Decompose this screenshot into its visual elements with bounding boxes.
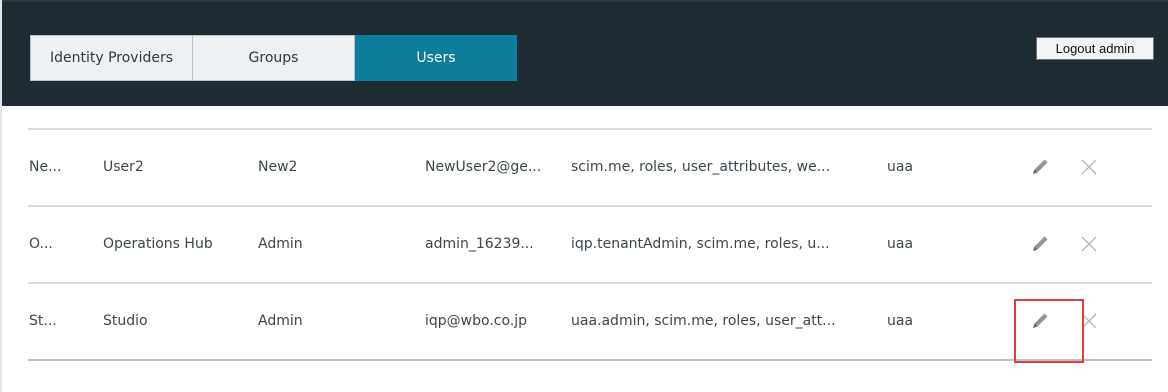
cell-origin: uaa <box>887 236 914 252</box>
table-row: Ne... User2 New2 NewUser2@ge... scim.me,… <box>28 130 1152 205</box>
pencil-icon[interactable] <box>1029 156 1051 178</box>
cell-scopes: scim.me, roles, user_attributes, we... <box>571 159 831 175</box>
cell-first-name: O... <box>29 236 53 252</box>
cell-scopes: iqp.tenantAdmin, scim.me, roles, u... <box>571 236 830 252</box>
cell-email: admin_16239... <box>425 236 534 252</box>
cell-display-name: New2 <box>258 159 298 175</box>
cell-display-name: Admin <box>258 313 303 329</box>
close-icon[interactable] <box>1079 311 1099 331</box>
row-divider <box>28 359 1152 361</box>
pencil-icon[interactable] <box>1029 233 1051 255</box>
table-row: O... Operations Hub Admin admin_16239...… <box>28 207 1152 282</box>
cell-last-name: User2 <box>103 159 144 175</box>
cell-last-name: Operations Hub <box>103 236 213 252</box>
cell-origin: uaa <box>887 313 914 329</box>
users-table: Ne... User2 New2 NewUser2@ge... scim.me,… <box>28 128 1152 363</box>
header-divider <box>2 0 1168 2</box>
cell-email: NewUser2@ge... <box>425 159 542 175</box>
close-icon[interactable] <box>1079 157 1099 177</box>
cell-first-name: St... <box>29 313 57 329</box>
cell-email: iqp@wbo.co.jp <box>425 313 528 329</box>
cell-first-name: Ne... <box>29 159 62 175</box>
logout-button[interactable]: Logout admin <box>1036 37 1154 60</box>
close-icon[interactable] <box>1079 234 1099 254</box>
nav-tabs: Identity Providers Groups Users <box>30 35 517 81</box>
cell-scopes: uaa.admin, scim.me, roles, user_att... <box>571 313 836 329</box>
cell-last-name: Studio <box>103 313 148 329</box>
cell-display-name: Admin <box>258 236 303 252</box>
tab-users[interactable]: Users <box>355 35 517 81</box>
pencil-icon[interactable] <box>1029 310 1051 332</box>
cell-origin: uaa <box>887 159 914 175</box>
table-row: St... Studio Admin iqp@wbo.co.jp uaa.adm… <box>28 284 1152 363</box>
app-header: Identity Providers Groups Users Logout a… <box>2 0 1168 106</box>
tab-identity-providers[interactable]: Identity Providers <box>30 35 193 81</box>
tab-groups[interactable]: Groups <box>193 35 355 81</box>
